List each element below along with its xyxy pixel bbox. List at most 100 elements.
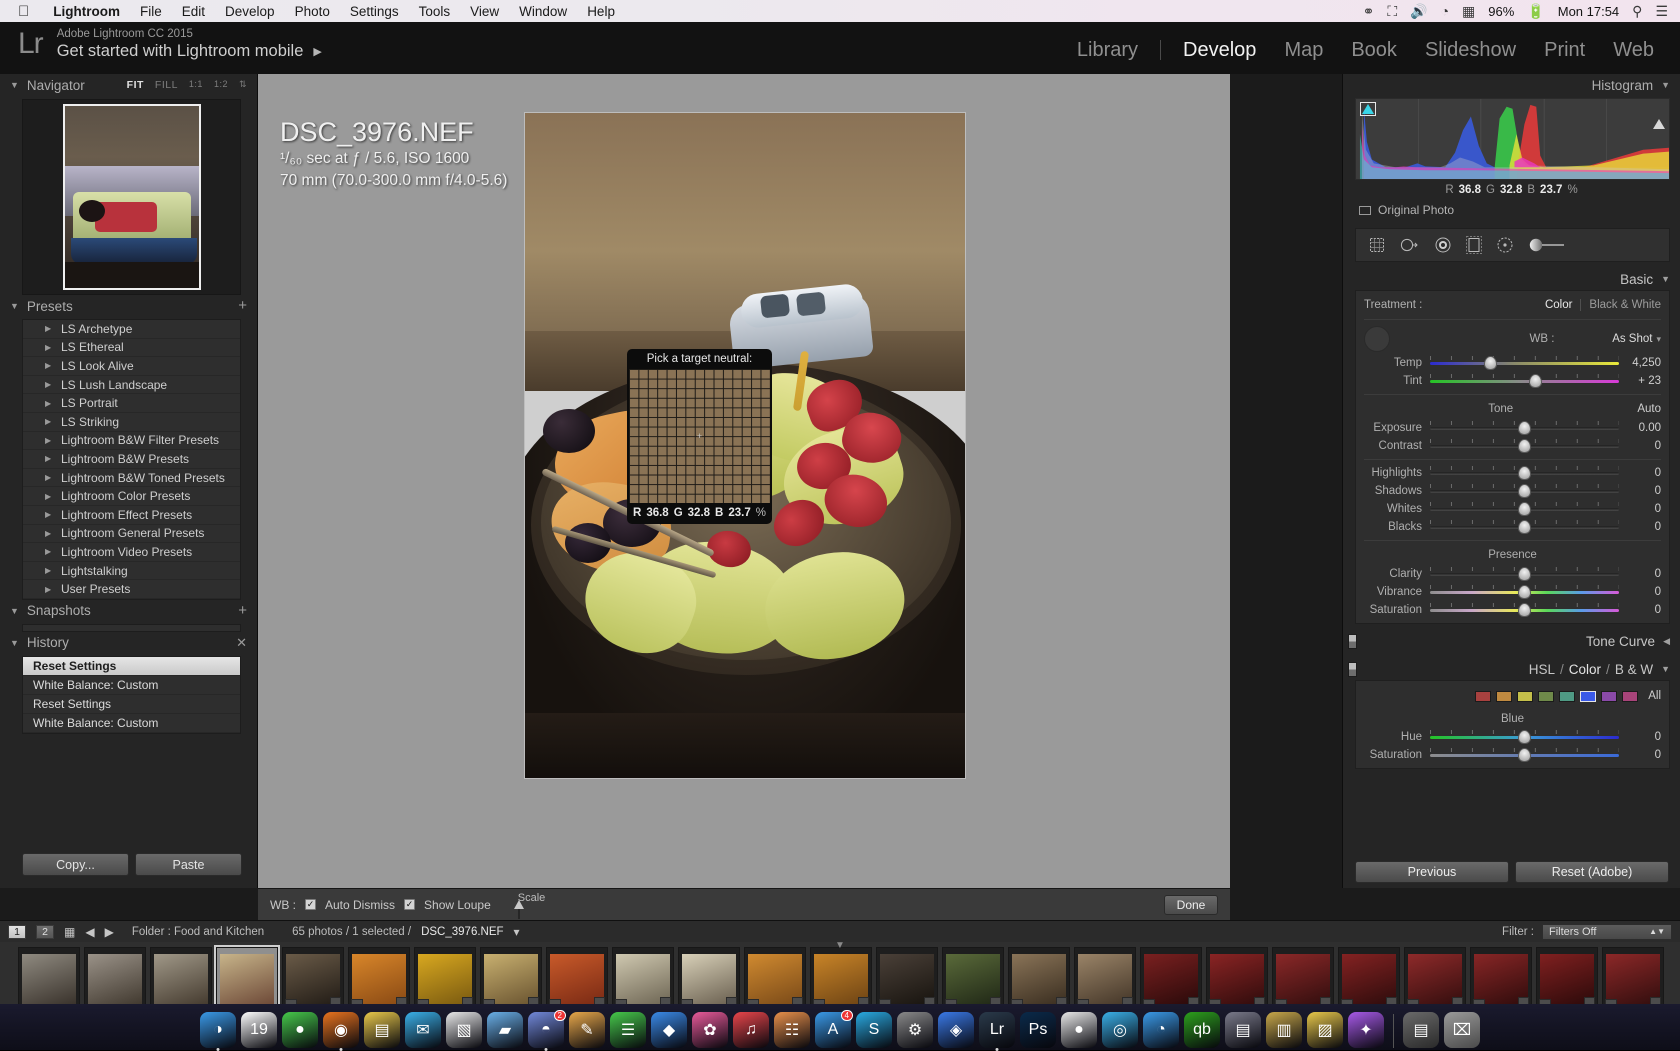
airplay-icon[interactable]: ⛶ — [1387, 3, 1397, 20]
dock-icon-photos[interactable]: ✿ — [692, 1012, 728, 1048]
preset-disclosure-icon[interactable]: ▶ — [45, 436, 51, 445]
slider-track[interactable] — [1430, 502, 1619, 516]
slider-track[interactable] — [1430, 356, 1619, 370]
preset-item[interactable]: ▶ Lightroom Color Presets — [23, 487, 240, 506]
red-eye-icon[interactable] — [1434, 236, 1452, 254]
filmstrip-thumbnail[interactable] — [18, 947, 80, 1011]
auto-tone-button[interactable]: Auto — [1637, 403, 1661, 415]
treatment-color-option[interactable]: Color — [1545, 299, 1572, 311]
notification-center-icon[interactable]: ☰ — [1655, 3, 1668, 20]
filmstrip-thumbnail[interactable] — [84, 947, 146, 1011]
slider-value[interactable]: 0 — [1619, 503, 1661, 515]
show-loupe-checkbox[interactable]: ✓ — [404, 899, 416, 910]
slider-row[interactable]: Contrast 0 — [1356, 437, 1669, 455]
preset-item[interactable]: ▶ Lightroom B&W Toned Presets — [23, 469, 240, 488]
preset-disclosure-icon[interactable]: ▶ — [45, 454, 51, 463]
slider-row[interactable]: Highlights 0 — [1356, 464, 1669, 482]
reset-button[interactable]: Reset (Adobe) — [1515, 861, 1669, 883]
slider-row[interactable]: Hue 0 — [1356, 728, 1669, 746]
slider-value[interactable]: 0 — [1619, 485, 1661, 497]
dock-icon-edge[interactable]: ◔ — [1143, 1012, 1179, 1048]
apple-logo-icon[interactable]:  — [18, 3, 29, 20]
module-print[interactable]: Print — [1530, 39, 1599, 62]
history-item[interactable]: White Balance: Custom — [23, 714, 240, 733]
slider-track[interactable] — [1430, 484, 1619, 498]
preset-disclosure-icon[interactable]: ▶ — [45, 324, 51, 333]
snapshots-header[interactable]: ▼ Snapshots + — [0, 599, 257, 622]
presets-disclosure-icon[interactable]: ▼ — [10, 301, 19, 311]
shadow-clipping-indicator[interactable] — [1360, 102, 1376, 116]
identity-plate[interactable]: Lr Adobe Lightroom CC 2015 Get started w… — [18, 27, 322, 61]
slider-value[interactable]: 0 — [1619, 440, 1661, 452]
filmstrip-thumbnail[interactable] — [282, 947, 344, 1011]
done-button[interactable]: Done — [1164, 894, 1218, 915]
add-preset-icon[interactable]: + — [238, 298, 247, 313]
dock-icon-downloads[interactable]: ▤ — [1403, 1012, 1439, 1048]
preset-item[interactable]: ▶ LS Striking — [23, 413, 240, 432]
preset-item[interactable]: ▶ LS Ethereal — [23, 339, 240, 358]
dock-icon-photoshop[interactable]: Ps — [1020, 1012, 1056, 1048]
slider-row[interactable]: Temp 4,250 — [1356, 354, 1669, 372]
dock-icon-trash[interactable]: ⌧ — [1444, 1012, 1480, 1048]
preset-item[interactable]: ▶ LS Look Alive — [23, 357, 240, 376]
hsl-bw-title[interactable]: B & W — [1615, 662, 1653, 677]
treatment-bw-option[interactable]: Black & White — [1589, 299, 1661, 311]
filmstrip-thumbnail[interactable] — [214, 945, 280, 1013]
slider-track[interactable] — [1430, 520, 1619, 534]
page-2-button[interactable]: 2 — [36, 924, 54, 939]
filmstrip-thumbnail[interactable] — [876, 947, 938, 1011]
auto-dismiss-label[interactable]: Auto Dismiss — [325, 898, 395, 912]
hsl-swatch[interactable] — [1559, 690, 1576, 702]
menu-item-develop[interactable]: Develop — [215, 4, 285, 19]
preset-disclosure-icon[interactable]: ▶ — [45, 529, 51, 538]
slider-row[interactable]: Blacks 0 — [1356, 518, 1669, 536]
slider-track[interactable] — [1430, 466, 1619, 480]
dock-icon-docs[interactable]: ▤ — [1225, 1012, 1261, 1048]
paste-button[interactable]: Paste — [135, 853, 242, 876]
module-book[interactable]: Book — [1337, 39, 1411, 62]
clock[interactable]: Mon 17:54 — [1558, 4, 1619, 19]
menu-item-window[interactable]: Window — [509, 4, 577, 19]
forward-arrow-icon[interactable]: ▶ — [105, 925, 114, 939]
dock-icon-pages[interactable]: ✎ — [569, 1012, 605, 1048]
preset-item[interactable]: ▶ Lightstalking — [23, 562, 240, 581]
dock-icon-notebook[interactable]: ▥ — [1266, 1012, 1302, 1048]
slider-row[interactable]: Saturation 0 — [1356, 746, 1669, 764]
filmstrip-thumbnail[interactable] — [1338, 947, 1400, 1011]
menu-item-photo[interactable]: Photo — [285, 4, 340, 19]
filmstrip-thumbnail[interactable] — [1536, 947, 1598, 1011]
page-1-button[interactable]: 1 — [8, 924, 26, 939]
preset-disclosure-icon[interactable]: ▶ — [45, 417, 51, 426]
dock-icon-skype[interactable]: S — [856, 1012, 892, 1048]
slider-knob[interactable] — [1518, 421, 1531, 435]
slider-row[interactable]: Vibrance 0 — [1356, 583, 1669, 601]
preset-disclosure-icon[interactable]: ▶ — [45, 510, 51, 519]
slider-knob[interactable] — [1518, 484, 1531, 498]
module-slideshow[interactable]: Slideshow — [1411, 39, 1530, 62]
slider-track[interactable] — [1430, 439, 1619, 453]
tone-curve-header[interactable]: Tone Curve ◀ — [1343, 630, 1680, 652]
navigator-zoom-stepper-icon[interactable]: ⇅ — [239, 79, 247, 91]
selected-photo-dropdown-icon[interactable]: ▾ — [514, 925, 520, 939]
navigator-mode-fit[interactable]: FIT — [127, 79, 144, 91]
menu-item-tools[interactable]: Tools — [409, 4, 461, 19]
slider-value[interactable]: 0 — [1619, 467, 1661, 479]
hsl-swatch[interactable] — [1580, 690, 1597, 702]
slider-value[interactable]: 0 — [1619, 731, 1661, 743]
filmstrip-thumbnail[interactable] — [414, 947, 476, 1011]
wifi-icon[interactable]: ◔ — [1441, 3, 1449, 19]
tone-curve-disclosure-icon[interactable]: ◀ — [1663, 636, 1670, 647]
dock-icon-safari[interactable]: ◎ — [1102, 1012, 1138, 1048]
preset-disclosure-icon[interactable]: ▶ — [45, 380, 51, 389]
navigator-mode-1to2[interactable]: 1:2 — [214, 79, 228, 91]
hsl-swatch[interactable] — [1538, 690, 1555, 702]
dock-icon-appstore[interactable]: A4 — [815, 1010, 853, 1048]
image-viewer[interactable]: DSC_3976.NEF ¹/₆₀ sec at ƒ / 5.6, ISO 16… — [258, 74, 1230, 888]
clear-history-icon[interactable]: ✕ — [236, 635, 247, 651]
menu-item-view[interactable]: View — [460, 4, 509, 19]
back-arrow-icon[interactable]: ◀ — [85, 925, 94, 939]
histogram-header[interactable]: Histogram ▼ — [1343, 74, 1680, 96]
dock-icon-notes[interactable]: ▤ — [364, 1012, 400, 1048]
dock-icon-chrome[interactable]: ● — [1061, 1012, 1097, 1048]
module-library[interactable]: Library — [1063, 39, 1152, 62]
